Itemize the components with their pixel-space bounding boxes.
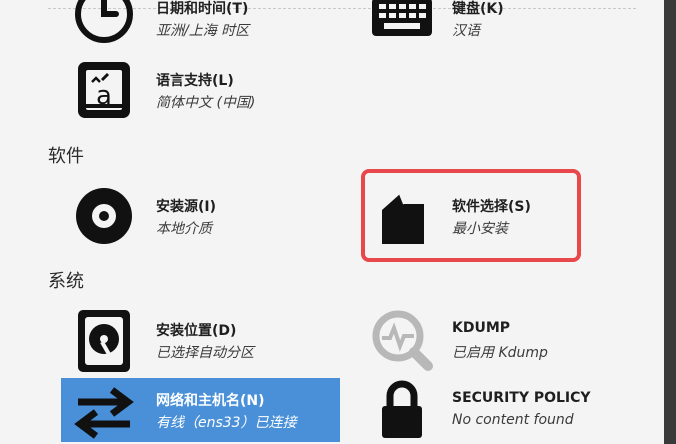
spoke-language-title: 语言支持(L) <box>156 73 234 89</box>
spoke-security-policy-title: SECURITY POLICY <box>452 390 591 406</box>
spoke-install-source-title: 安装源(I) <box>156 199 217 215</box>
spoke-software-selection[interactable]: 软件选择(S) 最小安装 <box>362 184 572 248</box>
kdump-search-icon <box>372 310 433 371</box>
spoke-install-destination-title: 安装位置(D) <box>156 323 237 339</box>
window-edge-scrollbar <box>664 0 676 444</box>
disc-icon <box>76 188 132 244</box>
spoke-network-hostname-status: 有线（ens33）已连接 <box>156 415 297 431</box>
spoke-datetime[interactable]: 日期和时间(T) 亚洲/上海 时区 <box>64 0 324 52</box>
spoke-network-hostname-title: 网络和主机名(N) <box>156 393 265 409</box>
package-icon <box>382 193 424 244</box>
spoke-language[interactable]: a 语言支持(L) 简体中文 (中国) <box>64 58 324 122</box>
network-icon <box>74 387 134 439</box>
spoke-software-selection-status: 最小安装 <box>452 221 508 237</box>
clock-icon <box>75 0 133 43</box>
section-system-heading: 系统 <box>48 271 84 292</box>
spoke-keyboard[interactable]: 键盘(K) 汉语 <box>362 0 622 52</box>
spoke-security-policy[interactable]: SECURITY POLICY No content found <box>362 378 622 442</box>
spoke-kdump[interactable]: KDUMP 已启用 Kdump <box>362 308 622 372</box>
spoke-language-status: 简体中文 (中国) <box>156 95 256 111</box>
spoke-install-destination[interactable]: 安装位置(D) 已选择自动分区 <box>64 308 324 372</box>
language-icon: a <box>78 62 130 118</box>
harddisk-icon <box>78 310 130 372</box>
keyboard-icon <box>372 0 432 36</box>
spoke-install-destination-status: 已选择自动分区 <box>156 345 254 361</box>
spoke-keyboard-title: 键盘(K) <box>452 1 504 17</box>
spoke-network-hostname[interactable]: 网络和主机名(N) 有线（ens33）已连接 <box>61 378 340 442</box>
spoke-datetime-title: 日期和时间(T) <box>156 1 249 17</box>
spoke-kdump-status: 已启用 Kdump <box>452 345 548 361</box>
spoke-software-selection-title: 软件选择(S) <box>452 199 531 215</box>
spoke-install-source-status: 本地介质 <box>156 221 212 237</box>
spoke-datetime-status: 亚洲/上海 时区 <box>156 23 250 39</box>
spoke-keyboard-status: 汉语 <box>452 23 480 39</box>
section-software-heading: 软件 <box>48 146 84 167</box>
spoke-kdump-title: KDUMP <box>452 320 511 336</box>
spoke-security-policy-status: No content found <box>452 412 574 428</box>
spoke-install-source[interactable]: 安装源(I) 本地介质 <box>64 184 324 248</box>
lock-icon <box>382 380 422 438</box>
